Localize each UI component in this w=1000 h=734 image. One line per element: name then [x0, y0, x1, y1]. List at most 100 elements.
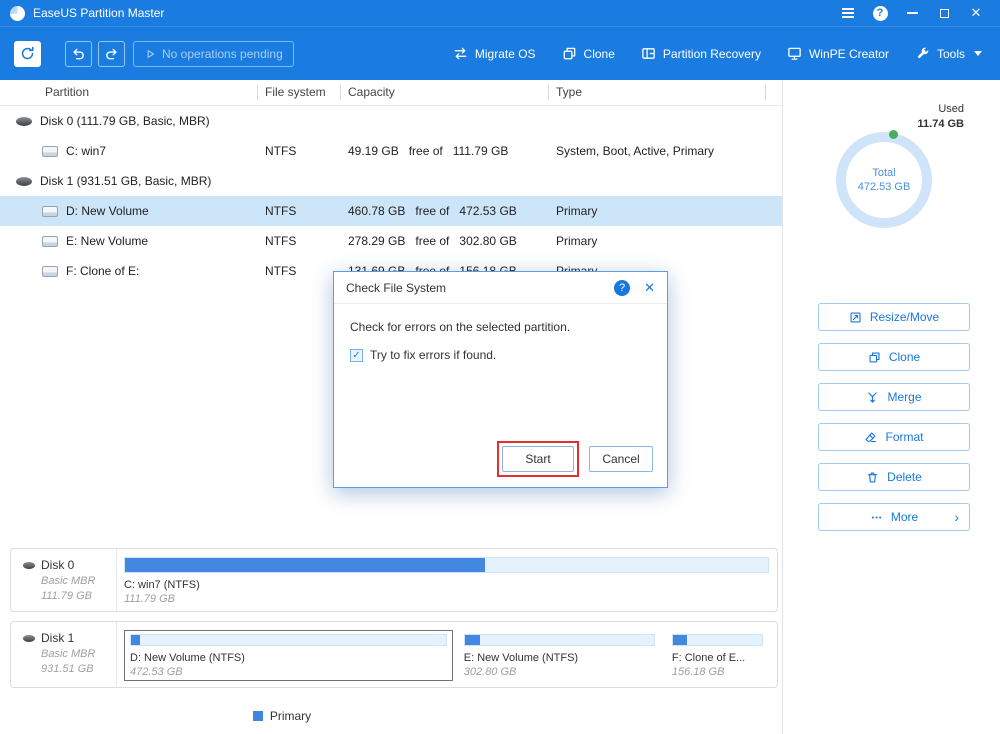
disk-icon — [16, 117, 32, 126]
partition-filesystem: NTFS — [258, 144, 341, 158]
migrate-os-button[interactable]: Migrate OS — [453, 46, 536, 61]
refresh-icon — [20, 46, 35, 61]
check-file-system-dialog: Check File System ? ✕ Check for errors o… — [333, 271, 668, 488]
maximize-button[interactable] — [928, 0, 960, 26]
diskmap-disk1-info: Disk 1 Basic MBR 931.51 GB — [11, 622, 117, 687]
used-space-fill — [131, 635, 140, 645]
partition-free: 460.78 GB — [348, 204, 405, 218]
toolbar: No operations pending Migrate OS Clone P… — [0, 26, 1000, 80]
dialog-close-icon[interactable]: ✕ — [644, 280, 655, 296]
table-row-e[interactable]: E: New Volume NTFS 278.29 GB free of 302… — [0, 226, 782, 256]
partition-actions: Resize/Move Clone Merge Format Delete Mo… — [818, 303, 970, 531]
diskmap-disk0: Disk 0 Basic MBR 111.79 GB C: win7 (NTFS… — [10, 548, 778, 612]
redo-icon — [104, 46, 119, 61]
partition-filesystem: NTFS — [258, 264, 341, 278]
diskmap-partition-size: 111.79 GB — [124, 593, 769, 605]
minimize-button[interactable] — [896, 0, 928, 26]
free-of-label: free of — [415, 234, 449, 248]
partition-capacity: 302.80 GB — [459, 234, 516, 248]
diskmap-disk-kind: Basic MBR — [41, 648, 116, 660]
resize-move-button[interactable]: Resize/Move — [818, 303, 970, 331]
help-icon: ? — [873, 6, 888, 21]
diskmap-disk1: Disk 1 Basic MBR 931.51 GB D: New Volume… — [10, 621, 778, 688]
resize-move-icon — [849, 311, 862, 324]
start-button[interactable]: Start — [502, 446, 574, 472]
clone-button[interactable]: Clone — [818, 343, 970, 371]
partition-type: Primary — [549, 204, 766, 218]
tools-button[interactable]: Tools — [915, 46, 982, 61]
pending-operations-label: No operations pending — [162, 47, 283, 61]
column-header-filesystem: File system — [258, 85, 341, 100]
partition-recovery-button[interactable]: Partition Recovery — [641, 46, 761, 61]
close-icon: ✕ — [971, 5, 982, 21]
column-header-type: Type — [549, 85, 766, 100]
diskmap-partition-size: 156.18 GB — [672, 666, 763, 678]
table-header: Partition File system Capacity Type — [0, 80, 782, 106]
fix-errors-checkbox[interactable]: ✓ — [350, 349, 363, 362]
merge-icon — [866, 391, 879, 404]
diskmap-partition-size: 472.53 GB — [130, 666, 447, 678]
undo-button[interactable] — [65, 41, 92, 67]
partition-icon — [42, 236, 58, 247]
dialog-help-icon[interactable]: ? — [614, 280, 630, 296]
used-indicator-dot — [889, 130, 898, 139]
disk-name: Disk 0 (111.79 GB, Basic, MBR) — [40, 114, 210, 128]
partition-recovery-icon — [641, 46, 656, 61]
toolbar-actions: Migrate OS Clone Partition Recovery WinP… — [453, 46, 986, 61]
table-row-disk1[interactable]: Disk 1 (931.51 GB, Basic, MBR) — [0, 166, 782, 196]
diskmap-partition-e[interactable]: E: New Volume (NTFS) 302.80 GB — [458, 630, 661, 681]
winpe-creator-button[interactable]: WinPE Creator — [787, 46, 889, 61]
clone-icon — [868, 351, 881, 364]
clone-toolbar-button[interactable]: Clone — [562, 46, 615, 61]
diskmap-partition-f[interactable]: F: Clone of E... 156.18 GB — [666, 630, 769, 681]
disk-name: Disk 1 (931.51 GB, Basic, MBR) — [40, 174, 211, 188]
minimize-icon — [907, 12, 918, 14]
table-row-c[interactable]: C: win7 NTFS 49.19 GB free of 111.79 GB … — [0, 136, 782, 166]
close-button[interactable]: ✕ — [960, 0, 992, 26]
diskmap-disk1-partitions: D: New Volume (NTFS) 472.53 GB E: New Vo… — [117, 622, 777, 687]
used-space-fill — [125, 558, 485, 572]
chevron-right-icon: › — [954, 509, 959, 525]
disk-icon — [23, 562, 35, 569]
capacity-donut-chart: Total 472.53 GB — [836, 132, 932, 228]
more-icon — [870, 511, 883, 524]
delete-button[interactable]: Delete — [818, 463, 970, 491]
diskmap-disk-size: 931.51 GB — [41, 663, 116, 675]
migrate-os-icon — [453, 46, 468, 61]
undo-icon — [71, 46, 86, 61]
menu-icon[interactable] — [832, 0, 864, 26]
clone-label: Clone — [889, 350, 920, 364]
column-header-capacity: Capacity — [341, 85, 549, 100]
table-row-disk0[interactable]: Disk 0 (111.79 GB, Basic, MBR) — [0, 106, 782, 136]
redo-button[interactable] — [98, 41, 125, 67]
disk-icon — [23, 635, 35, 642]
diskmap-partition-d[interactable]: D: New Volume (NTFS) 472.53 GB — [124, 630, 453, 681]
diskmap-disk-name: Disk 0 — [41, 558, 74, 572]
more-button[interactable]: More › — [818, 503, 970, 531]
partition-type: System, Boot, Active, Primary — [549, 144, 766, 158]
format-button[interactable]: Format — [818, 423, 970, 451]
diskmap-disk0-info: Disk 0 Basic MBR 111.79 GB — [11, 549, 117, 611]
winpe-creator-label: WinPE Creator — [809, 47, 889, 61]
column-header-partition: Partition — [0, 85, 258, 100]
help-button[interactable]: ? — [864, 0, 896, 26]
used-label: Used — [918, 102, 964, 117]
table-row-d-selected[interactable]: D: New Volume NTFS 460.78 GB free of 472… — [0, 196, 782, 226]
merge-button[interactable]: Merge — [818, 383, 970, 411]
format-label: Format — [885, 430, 923, 444]
diskmap-partition-bar[interactable] — [124, 557, 769, 573]
more-label: More — [891, 510, 918, 524]
app-title: EaseUS Partition Master — [33, 6, 164, 20]
diskmap-partition-label: F: Clone of E... — [672, 652, 763, 664]
refresh-button[interactable] — [14, 41, 41, 67]
partition-name: E: New Volume — [66, 234, 148, 248]
diskmap-disk-name: Disk 1 — [41, 631, 74, 645]
dialog-buttons: Start Cancel — [497, 441, 653, 477]
primary-legend-label: Primary — [270, 709, 311, 723]
cancel-button[interactable]: Cancel — [589, 446, 653, 472]
app-logo-icon — [10, 6, 25, 21]
partition-icon — [42, 266, 58, 277]
used-space-fill — [465, 635, 480, 645]
primary-legend-swatch — [253, 711, 263, 721]
partition-name: F: Clone of E: — [66, 264, 139, 278]
